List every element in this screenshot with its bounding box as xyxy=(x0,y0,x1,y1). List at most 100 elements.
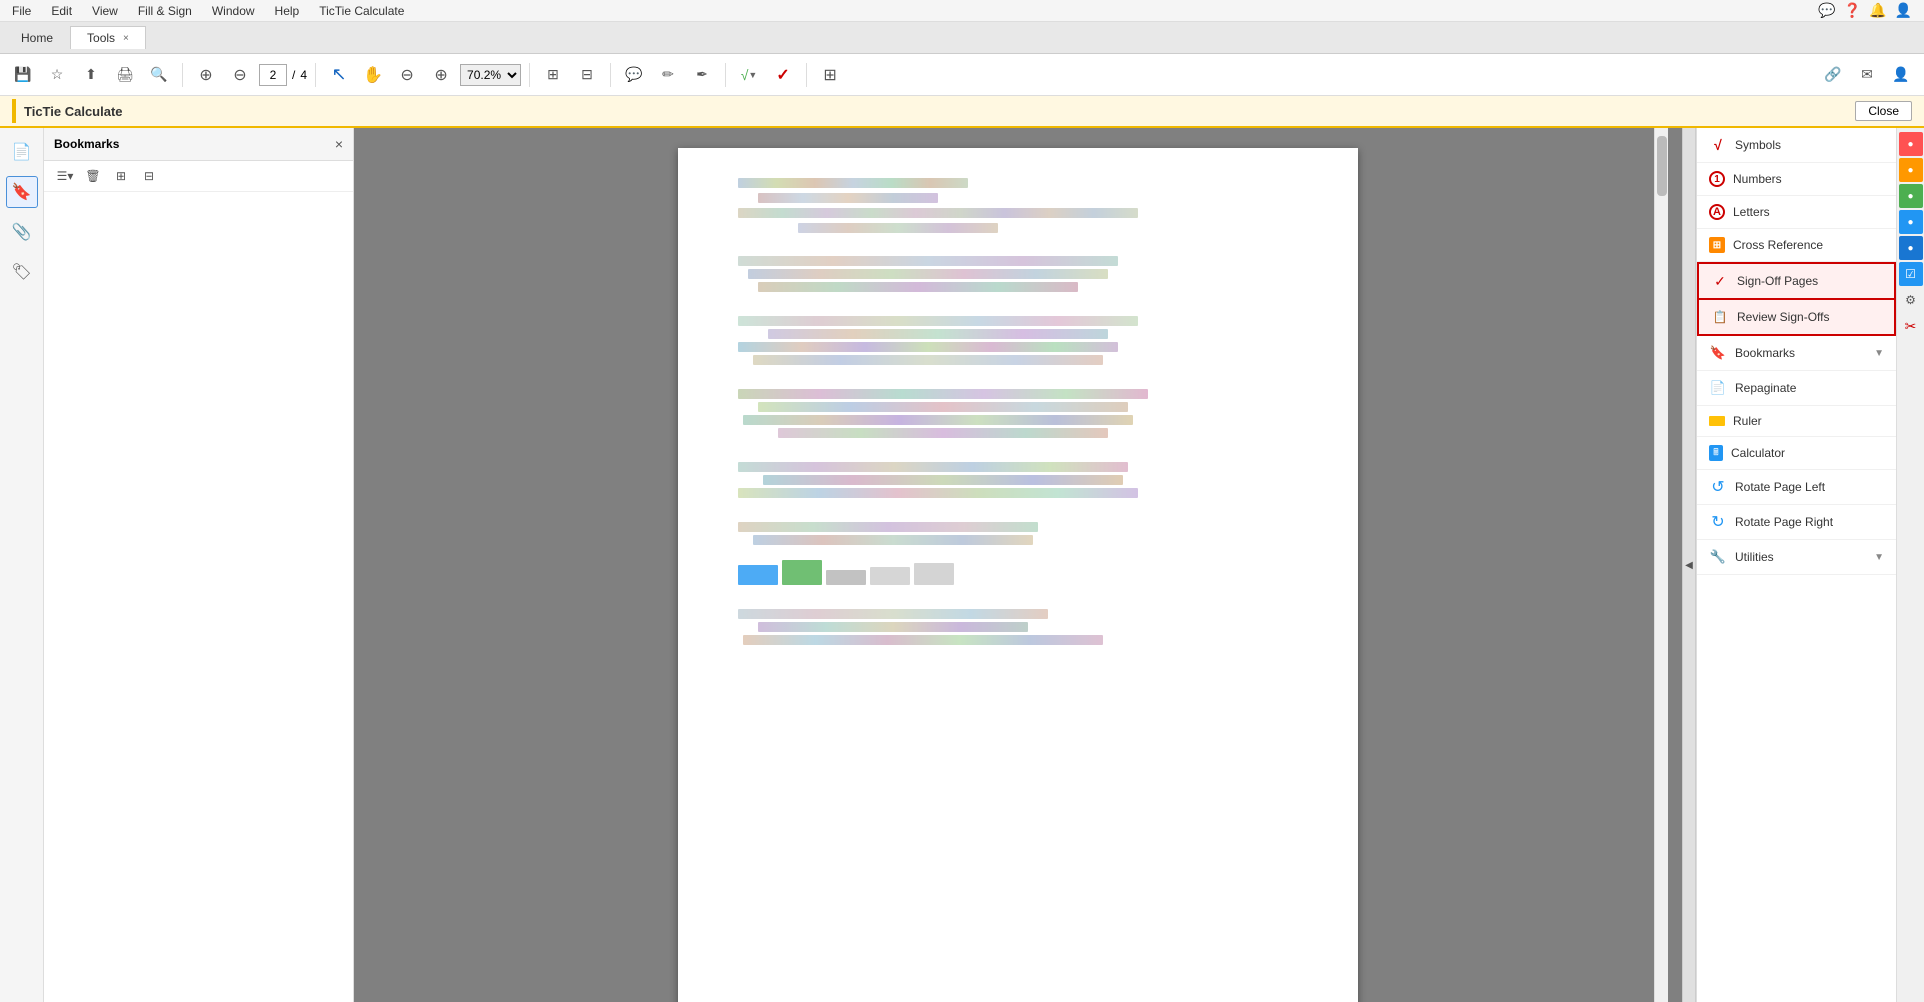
redcheck-btn[interactable]: ✓ xyxy=(768,60,798,90)
calculator-icon: 🖩 xyxy=(1709,445,1723,461)
user-btn[interactable]: 👤 xyxy=(1886,60,1916,90)
menu-rotate-page-right[interactable]: ↻ Rotate Page Right xyxy=(1697,505,1896,540)
highlight-btn[interactable]: ✒ xyxy=(687,60,717,90)
select-tool-btn[interactable]: ↖ xyxy=(324,60,354,90)
fr-red-btn[interactable]: ● xyxy=(1899,132,1923,156)
bookmarks-panel: Bookmarks × ☰▾ 🗑 ⊞ ⊟ xyxy=(44,128,354,1002)
menu-cross-reference[interactable]: ⊞ Cross Reference xyxy=(1697,229,1896,262)
zoom-out-btn[interactable]: ⊖ xyxy=(392,60,422,90)
menu-sign-off-pages[interactable]: ✓ Sign-Off Pages xyxy=(1697,262,1896,300)
fr-settings-btn[interactable]: ⚙ xyxy=(1899,288,1923,312)
zoom-in-btn[interactable]: ⊕ xyxy=(426,60,456,90)
next-page-btn[interactable]: ⊖ xyxy=(225,60,255,90)
checkmark-dropdown-btn[interactable]: √ ▼ xyxy=(734,60,764,90)
menu-file[interactable]: File xyxy=(4,2,39,20)
pen-btn[interactable]: ✏ xyxy=(653,60,683,90)
menu-tictie[interactable]: TicTie Calculate xyxy=(311,2,412,20)
link-btn[interactable]: 🔗 xyxy=(1818,60,1848,90)
share-btn[interactable]: ⬆ xyxy=(76,60,106,90)
tab-tools[interactable]: Tools × xyxy=(70,26,146,49)
page-input[interactable]: 2 xyxy=(259,64,287,86)
menu-view[interactable]: View xyxy=(84,2,126,20)
chat-icon[interactable]: 💬 xyxy=(1818,2,1835,19)
sidebar-attachment-icon[interactable]: 📎 xyxy=(6,216,38,248)
ruler-icon xyxy=(1709,416,1725,426)
cross-reference-label: Cross Reference xyxy=(1733,238,1884,252)
sidebar-bookmark-icon[interactable]: 🔖 xyxy=(6,176,38,208)
rotate-right-icon: ↻ xyxy=(1709,513,1727,531)
review-sign-offs-icon: 📋 xyxy=(1711,308,1729,326)
bookmarks-content xyxy=(44,192,353,1002)
save-btn[interactable]: 💾 xyxy=(8,60,38,90)
left-sidebar: 📄 🔖 📎 🏷 xyxy=(0,128,44,1002)
pdf-row-2 xyxy=(738,256,1298,292)
help-icon[interactable]: ❓ xyxy=(1844,2,1861,19)
scroll-thumb[interactable] xyxy=(1657,136,1667,196)
fr-orange-btn[interactable]: ● xyxy=(1899,158,1923,182)
account-icon[interactable]: 👤 xyxy=(1895,2,1912,19)
menu-help[interactable]: Help xyxy=(267,2,308,20)
bm-delete[interactable]: 🗑 xyxy=(80,165,106,187)
fr-tool-btn[interactable]: ✂ xyxy=(1899,314,1923,338)
menu-symbols[interactable]: √ Symbols xyxy=(1697,128,1896,163)
menu-bookmarks[interactable]: 🔖 Bookmarks ▼ xyxy=(1697,336,1896,371)
bm-collapse[interactable]: ⊟ xyxy=(136,165,162,187)
tabbar: Home Tools × xyxy=(0,22,1924,54)
symbols-label: Symbols xyxy=(1735,138,1884,152)
bm-expand[interactable]: ⊞ xyxy=(108,165,134,187)
fr-check-btn[interactable]: ☑ xyxy=(1899,262,1923,286)
pdf-area[interactable] xyxy=(354,128,1682,1002)
rotate-page-right-label: Rotate Page Right xyxy=(1735,515,1884,529)
star-btn[interactable]: ☆ xyxy=(42,60,72,90)
crop-tool-btn[interactable]: ⊟ xyxy=(572,60,602,90)
letters-label: Letters xyxy=(1733,205,1884,219)
menu-review-sign-offs[interactable]: 📋 Review Sign-Offs xyxy=(1697,300,1896,336)
bookmarks-close-btn[interactable]: × xyxy=(335,136,343,152)
menu-calculator[interactable]: 🖩 Calculator xyxy=(1697,437,1896,470)
menu-edit[interactable]: Edit xyxy=(43,2,80,20)
hand-tool-btn[interactable]: ✋ xyxy=(358,60,388,90)
tictie-indicator xyxy=(12,99,16,123)
fr-blue-btn[interactable]: ● xyxy=(1899,210,1923,234)
sep4 xyxy=(610,63,611,87)
menu-rotate-page-left[interactable]: ↺ Rotate Page Left xyxy=(1697,470,1896,505)
bm-add-dropdown[interactable]: ☰▾ xyxy=(52,165,78,187)
fr-blue-btn-2[interactable]: ● xyxy=(1899,236,1923,260)
panel-collapse-arrow[interactable]: ◀ xyxy=(1682,128,1696,1002)
repaginate-label: Repaginate xyxy=(1735,381,1884,395)
zoom-select[interactable]: 70.2% 50% 75% 100% 125% 150% xyxy=(460,64,521,86)
toolbar: 💾 ☆ ⬆ 🖨 🔍 ⊕ ⊖ 2 / 4 ↖ ✋ ⊖ ⊕ 70.2% 50% 75… xyxy=(0,54,1924,96)
repaginate-icon: 📄 xyxy=(1709,379,1727,397)
menu-letters[interactable]: A Letters xyxy=(1697,196,1896,229)
menubar: File Edit View Fill & Sign Window Help T… xyxy=(0,0,1924,22)
email-btn[interactable]: ✉ xyxy=(1852,60,1882,90)
pdf-row-5 xyxy=(738,462,1298,498)
sidebar-page-icon[interactable]: 📄 xyxy=(6,136,38,168)
menu-window[interactable]: Window xyxy=(204,2,263,20)
tab-home[interactable]: Home xyxy=(4,26,70,49)
menu-numbers[interactable]: 1 Numbers xyxy=(1697,163,1896,196)
scrollbar[interactable] xyxy=(1654,128,1668,1002)
pdf-page xyxy=(678,148,1358,1002)
grid-btn[interactable]: ⊞ xyxy=(815,60,845,90)
fr-green-btn[interactable]: ● xyxy=(1899,184,1923,208)
pdf-row-6 xyxy=(738,522,1298,585)
sidebar-tag-icon[interactable]: 🏷 xyxy=(6,256,38,288)
print-btn[interactable]: 🖨 xyxy=(110,60,140,90)
menu-fill-sign[interactable]: Fill & Sign xyxy=(130,2,200,20)
chart-area xyxy=(738,555,1298,585)
prev-page-btn[interactable]: ⊕ xyxy=(191,60,221,90)
tab-close-icon[interactable]: × xyxy=(123,33,129,44)
search-btn[interactable]: 🔍 xyxy=(144,60,174,90)
notification-icon[interactable]: 🔔 xyxy=(1869,2,1886,19)
numbers-icon: 1 xyxy=(1709,171,1725,187)
tictie-close-btn[interactable]: Close xyxy=(1855,101,1912,121)
sep3 xyxy=(529,63,530,87)
menu-utilities[interactable]: 🔧 Utilities ▼ xyxy=(1697,540,1896,575)
menu-ruler[interactable]: Ruler xyxy=(1697,406,1896,437)
marquee-tool-btn[interactable]: ⊞ xyxy=(538,60,568,90)
comment-btn[interactable]: 💬 xyxy=(619,60,649,90)
menu-repaginate[interactable]: 📄 Repaginate xyxy=(1697,371,1896,406)
chart-bar-gray-3 xyxy=(914,563,954,585)
cross-reference-icon: ⊞ xyxy=(1709,237,1725,253)
